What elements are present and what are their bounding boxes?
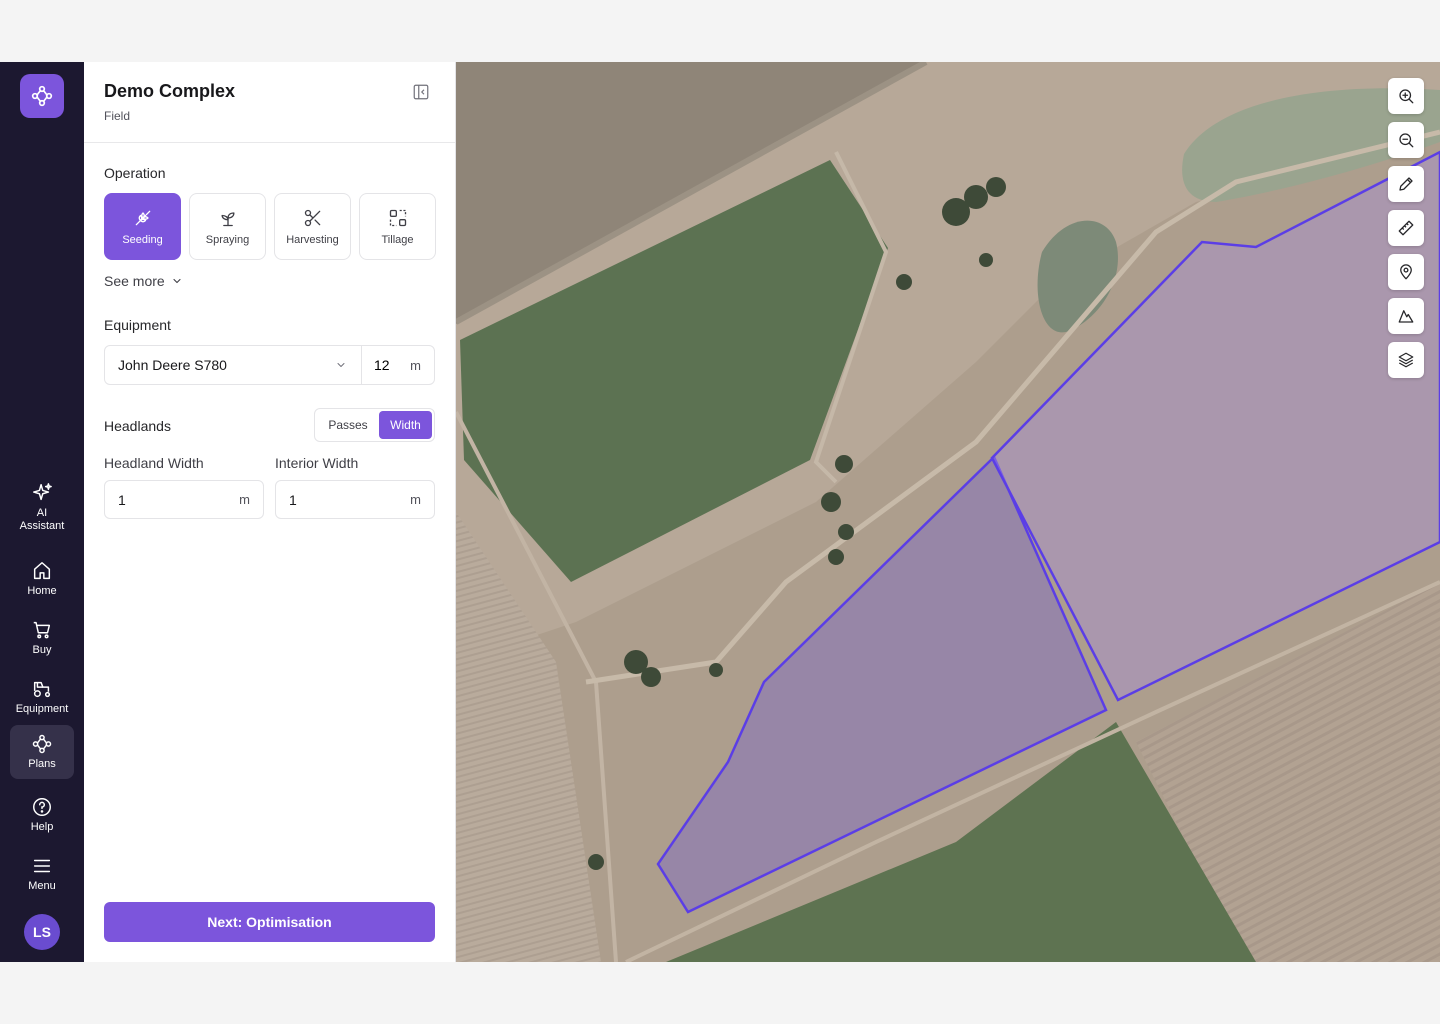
unit-label: m — [410, 492, 421, 507]
wheat-icon — [135, 210, 150, 225]
satellite-map[interactable] — [456, 62, 1440, 962]
headland-width-label: Headland Width — [104, 455, 204, 471]
plan-panel: Demo Complex Field Operation Seeding Spr… — [84, 62, 456, 962]
rail-item-label: Help — [30, 821, 54, 833]
headlands-label: Headlands — [104, 418, 171, 434]
avatar[interactable]: LS — [24, 914, 60, 950]
measure-button[interactable] — [1388, 210, 1424, 246]
see-more-toggle[interactable]: See more — [104, 273, 183, 289]
operation-label: Operation — [104, 165, 166, 181]
map-imagery — [456, 62, 1440, 962]
plans-network-icon — [31, 85, 53, 107]
sparkle-icon — [33, 482, 52, 500]
zoom-in-button[interactable] — [1388, 78, 1424, 114]
rail-item-plans[interactable]: Plans — [10, 725, 74, 779]
rail-item-label: AI Assistant — [19, 506, 65, 532]
headlands-mode-passes[interactable]: Passes — [317, 411, 379, 439]
interior-width-input[interactable]: 1 m — [275, 480, 435, 519]
rail-item-buy[interactable]: Buy — [10, 611, 74, 665]
operation-label: Harvesting — [286, 233, 339, 246]
unit-label: m — [239, 492, 250, 507]
rail-item-menu[interactable]: Menu — [10, 847, 74, 901]
operation-spraying[interactable]: Spraying — [189, 193, 266, 260]
page-subtitle: Field — [104, 109, 131, 123]
headland-width-input[interactable]: 1 m — [104, 480, 264, 519]
zoom-in-icon — [1399, 89, 1414, 104]
rail-item-label: Equipment — [15, 703, 69, 715]
chevron-down-icon — [337, 363, 345, 367]
help-circle-icon — [33, 798, 51, 816]
pencil-icon — [1399, 177, 1413, 191]
ruler-icon — [1398, 220, 1414, 236]
app-window: AI Assistant Home Buy Equipment Plans He… — [0, 62, 1440, 962]
interior-width-label: Interior Width — [275, 455, 359, 471]
rail-item-label: Home — [27, 585, 57, 597]
rail-item-label: Menu — [28, 880, 56, 892]
terrain-button[interactable] — [1388, 298, 1424, 334]
operation-label: Spraying — [205, 233, 250, 246]
see-more-label: See more — [104, 273, 165, 289]
headlands-mode-width[interactable]: Width — [379, 411, 432, 439]
headland-width-value: 1 — [118, 491, 126, 508]
page-title: Demo Complex — [104, 81, 236, 101]
zoom-out-button[interactable] — [1388, 122, 1424, 158]
draw-button[interactable] — [1388, 166, 1424, 202]
rail-item-label: Buy — [32, 644, 52, 656]
rail-item-help[interactable]: Help — [10, 788, 74, 842]
collapse-panel-icon[interactable] — [412, 83, 430, 101]
left-rail: AI Assistant Home Buy Equipment Plans He… — [0, 62, 84, 962]
home-icon — [33, 562, 51, 580]
equipment-width-input[interactable]: 12 m — [362, 346, 434, 384]
next-optimisation-button[interactable]: Next: Optimisation — [104, 902, 435, 942]
equipment-label: Equipment — [104, 317, 171, 333]
operation-seeding[interactable]: Seeding — [104, 193, 181, 260]
operation-selector: Seeding Spraying Harvesting Tillage — [104, 193, 436, 260]
operation-harvesting[interactable]: Harvesting — [274, 193, 351, 260]
layers-icon — [1398, 352, 1414, 368]
unit-label: m — [410, 357, 421, 373]
rail-item-label: Plans — [28, 758, 56, 770]
equipment-width-value: 12 — [374, 357, 390, 373]
layers-button[interactable] — [1388, 342, 1424, 378]
menu-icon — [33, 859, 51, 873]
chevron-down-icon — [173, 278, 181, 284]
equipment-select-value: John Deere S780 — [118, 357, 227, 373]
rail-item-ai-assistant[interactable]: AI Assistant — [10, 480, 74, 534]
headlands-mode-toggle: Passes Width — [314, 408, 435, 442]
rail-item-equipment[interactable]: Equipment — [10, 670, 74, 724]
sprout-icon — [221, 211, 234, 226]
map-toolbar — [1388, 78, 1424, 378]
tractor-icon — [33, 681, 51, 698]
operation-label: Tillage — [381, 233, 414, 246]
operation-tillage[interactable]: Tillage — [359, 193, 436, 260]
panel-header: Demo Complex Field — [84, 62, 455, 143]
equipment-select[interactable]: John Deere S780 — [105, 346, 362, 384]
equipment-field: John Deere S780 12 m — [104, 345, 435, 385]
location-button[interactable] — [1388, 254, 1424, 290]
pin-icon — [1400, 264, 1412, 280]
terrain-icon — [1398, 310, 1414, 323]
interior-width-value: 1 — [289, 491, 297, 508]
grid-icon — [389, 209, 406, 226]
app-logo-button[interactable] — [20, 74, 64, 118]
operation-label: Seeding — [122, 233, 163, 246]
plans-network-icon — [32, 734, 52, 754]
zoom-out-icon — [1399, 133, 1414, 148]
scissors-icon — [304, 209, 320, 226]
cart-icon — [33, 621, 51, 639]
rail-item-home[interactable]: Home — [10, 552, 74, 606]
